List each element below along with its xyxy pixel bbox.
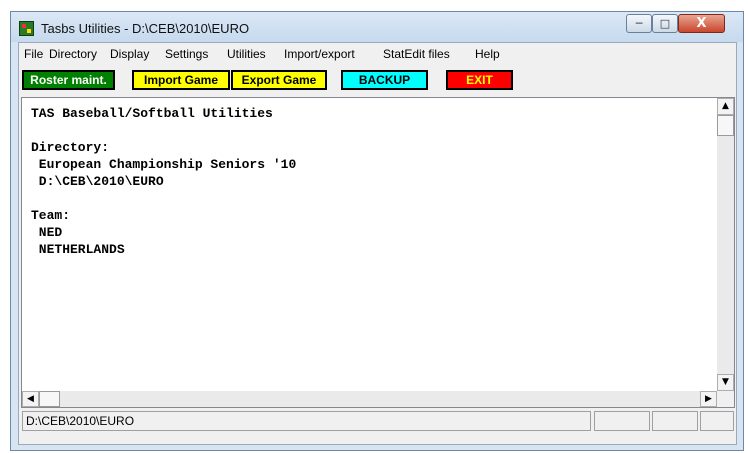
horizontal-scroll-thumb[interactable] (39, 391, 60, 407)
scrollbar-corner (717, 391, 734, 407)
client-area: File Directory Display Settings Utilitie… (18, 42, 737, 445)
info-text-area[interactable]: TAS Baseball/Softball Utilities Director… (21, 97, 735, 408)
toolbar: Roster maint. Import Game Export Game BA… (19, 64, 736, 96)
export-game-button[interactable]: Export Game (231, 70, 327, 90)
status-panel-3 (652, 411, 698, 431)
status-bar: D:\CEB\2010\EURO (19, 409, 736, 444)
import-game-button[interactable]: Import Game (132, 70, 230, 90)
menu-import-export[interactable]: Import/export (284, 47, 355, 61)
vertical-scrollbar[interactable]: ▲ ▼ (717, 98, 734, 391)
scroll-down-arrow-icon[interactable]: ▼ (717, 374, 734, 391)
menu-utilities[interactable]: Utilities (227, 47, 266, 61)
roster-maint-button[interactable]: Roster maint. (22, 70, 115, 90)
window-title: Tasbs Utilities - D:\CEB\2010\EURO (41, 21, 250, 36)
menu-bar: File Directory Display Settings Utilitie… (19, 43, 736, 64)
menu-settings[interactable]: Settings (165, 47, 208, 61)
scroll-right-arrow-icon[interactable]: ▶ (700, 391, 717, 407)
exit-button[interactable]: EXIT (446, 70, 513, 90)
app-window: Tasbs Utilities - D:\CEB\2010\EURO ─ □ X… (10, 11, 744, 451)
title-bar[interactable]: Tasbs Utilities - D:\CEB\2010\EURO ─ □ X (11, 12, 743, 42)
maximize-button[interactable]: □ (652, 14, 678, 33)
menu-directory[interactable]: Directory (49, 47, 97, 61)
minimize-button[interactable]: ─ (626, 14, 652, 33)
horizontal-scrollbar[interactable]: ◀ ▶ (22, 391, 717, 407)
vertical-scroll-thumb[interactable] (717, 115, 734, 136)
backup-button[interactable]: BACKUP (341, 70, 428, 90)
menu-help[interactable]: Help (475, 47, 500, 61)
menu-file[interactable]: File (24, 47, 43, 61)
info-text: TAS Baseball/Softball Utilities Director… (31, 106, 297, 257)
close-button[interactable]: X (678, 14, 725, 33)
menu-display[interactable]: Display (110, 47, 149, 61)
scroll-up-arrow-icon[interactable]: ▲ (717, 98, 734, 115)
status-path: D:\CEB\2010\EURO (22, 411, 591, 431)
scroll-left-arrow-icon[interactable]: ◀ (22, 391, 39, 407)
status-panel-2 (594, 411, 650, 431)
menu-statedit-files[interactable]: StatEdit files (383, 47, 450, 61)
status-panel-4 (700, 411, 734, 431)
app-icon[interactable] (19, 21, 34, 36)
